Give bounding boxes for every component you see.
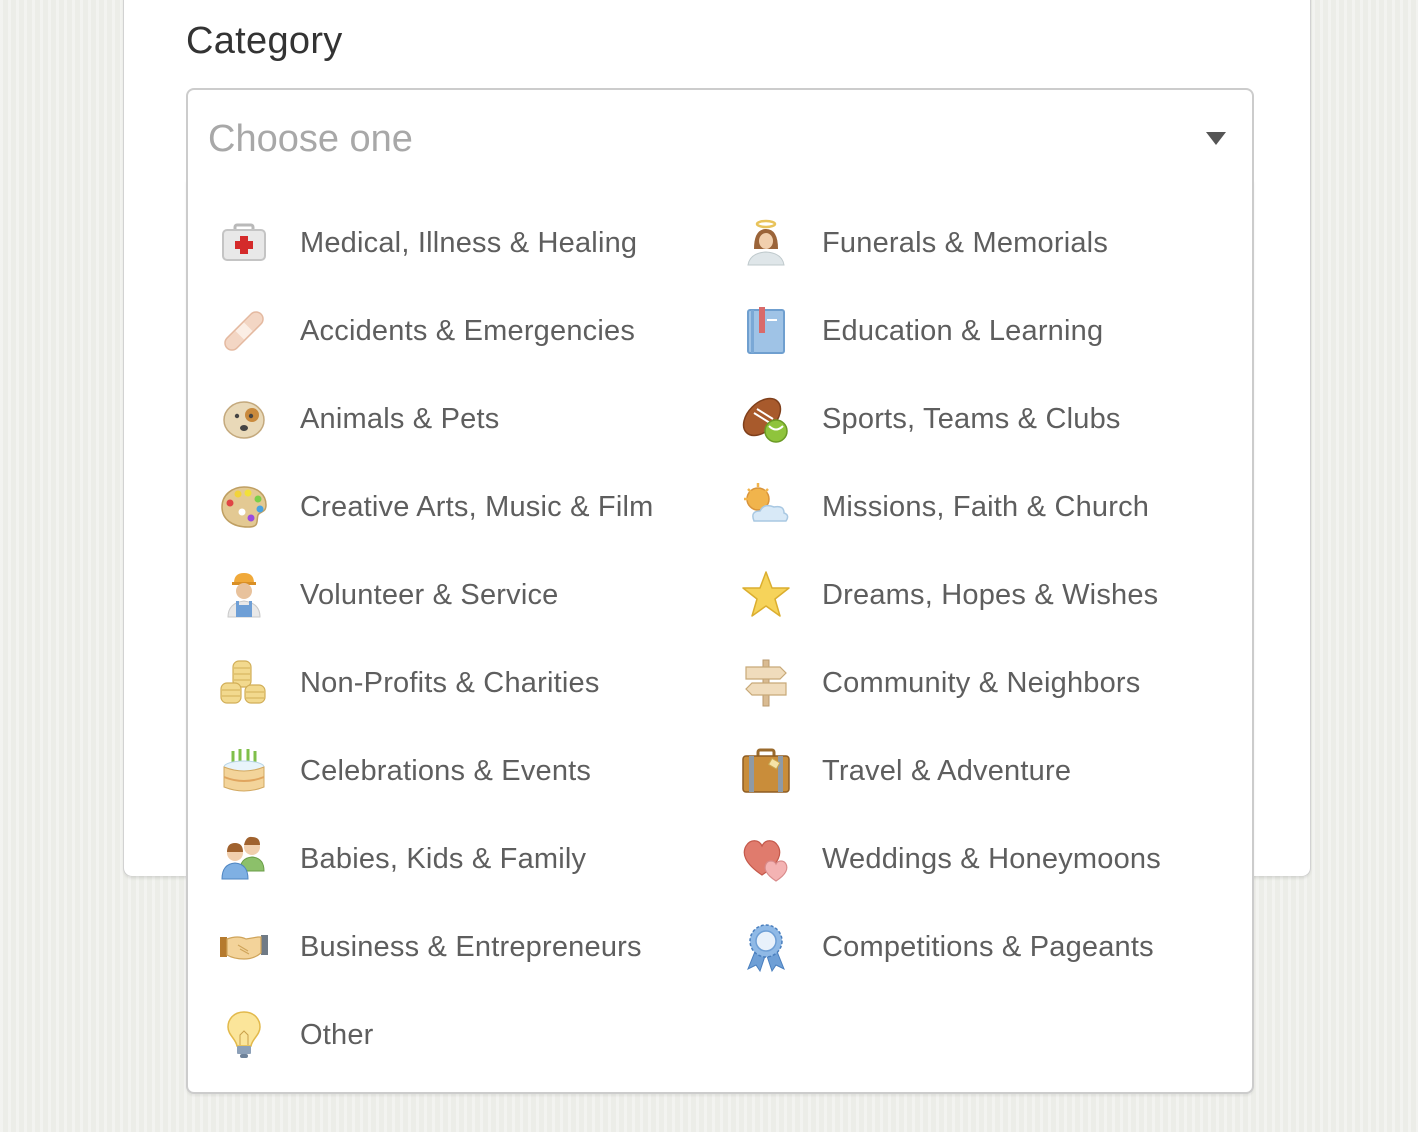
- option-label: Creative Arts, Music & Film: [300, 490, 654, 523]
- signpost-icon: [740, 657, 792, 709]
- option-missions[interactable]: Missions, Faith & Church: [710, 463, 1232, 551]
- option-accidents[interactable]: Accidents & Emergencies: [188, 287, 710, 375]
- category-select[interactable]: Choose one: [186, 88, 1254, 182]
- category-dropdown-menu: Medical, Illness & Healing Funerals & Me…: [186, 180, 1254, 1094]
- family-icon: [218, 833, 270, 885]
- option-label: Community & Neighbors: [822, 666, 1141, 699]
- option-babies[interactable]: Babies, Kids & Family: [188, 815, 710, 903]
- first-aid-kit-icon: [218, 217, 270, 269]
- bandage-icon: [218, 305, 270, 357]
- option-label: Animals & Pets: [300, 402, 500, 435]
- option-label: Celebrations & Events: [300, 754, 592, 787]
- option-education[interactable]: Education & Learning: [710, 287, 1232, 375]
- handshake-icon: [218, 921, 270, 973]
- option-label: Babies, Kids & Family: [300, 842, 587, 875]
- option-label: Travel & Adventure: [822, 754, 1072, 787]
- option-animals[interactable]: Animals & Pets: [188, 375, 710, 463]
- option-medical[interactable]: Medical, Illness & Healing: [188, 199, 710, 287]
- birthday-cake-icon: [218, 745, 270, 797]
- option-label: Dreams, Hopes & Wishes: [822, 578, 1159, 611]
- option-label: Other: [300, 1018, 374, 1051]
- option-creative-arts[interactable]: Creative Arts, Music & Film: [188, 463, 710, 551]
- option-label: Competitions & Pageants: [822, 930, 1154, 963]
- option-label: Accidents & Emergencies: [300, 314, 636, 347]
- option-volunteer[interactable]: Volunteer & Service: [188, 551, 710, 639]
- option-label: Missions, Faith & Church: [822, 490, 1150, 523]
- lightbulb-icon: [218, 1009, 270, 1061]
- book-icon: [740, 305, 792, 357]
- option-label: Non-Profits & Charities: [300, 666, 600, 699]
- option-celebrations[interactable]: Celebrations & Events: [188, 727, 710, 815]
- option-label: Medical, Illness & Healing: [300, 226, 638, 259]
- sun-cloud-icon: [740, 481, 792, 533]
- dog-icon: [218, 393, 270, 445]
- hearts-icon: [740, 833, 792, 885]
- option-dreams[interactable]: Dreams, Hopes & Wishes: [710, 551, 1232, 639]
- coins-icon: [218, 657, 270, 709]
- option-weddings[interactable]: Weddings & Honeymoons: [710, 815, 1232, 903]
- option-community[interactable]: Community & Neighbors: [710, 639, 1232, 727]
- sports-ball-icon: [740, 393, 792, 445]
- paint-palette-icon: [218, 481, 270, 533]
- option-travel[interactable]: Travel & Adventure: [710, 727, 1232, 815]
- star-icon: [740, 569, 792, 621]
- option-competitions[interactable]: Competitions & Pageants: [710, 903, 1232, 991]
- worker-icon: [218, 569, 270, 621]
- option-funerals[interactable]: Funerals & Memorials: [710, 199, 1232, 287]
- option-sports[interactable]: Sports, Teams & Clubs: [710, 375, 1232, 463]
- option-label: Education & Learning: [822, 314, 1104, 347]
- option-business[interactable]: Business & Entrepreneurs: [188, 903, 710, 991]
- option-other[interactable]: Other: [188, 991, 710, 1079]
- award-ribbon-icon: [740, 921, 792, 973]
- option-label: Volunteer & Service: [300, 578, 559, 611]
- suitcase-icon: [740, 745, 792, 797]
- category-label: Category: [186, 20, 343, 62]
- option-label: Funerals & Memorials: [822, 226, 1109, 259]
- option-non-profits[interactable]: Non-Profits & Charities: [188, 639, 710, 727]
- chevron-down-icon[interactable]: [1206, 132, 1226, 145]
- category-select-placeholder: Choose one: [208, 118, 413, 160]
- option-label: Sports, Teams & Clubs: [822, 402, 1121, 435]
- category-options-list: Medical, Illness & Healing Funerals & Me…: [188, 199, 1252, 1079]
- angel-icon: [740, 217, 792, 269]
- option-label: Weddings & Honeymoons: [822, 842, 1161, 875]
- option-label: Business & Entrepreneurs: [300, 930, 642, 963]
